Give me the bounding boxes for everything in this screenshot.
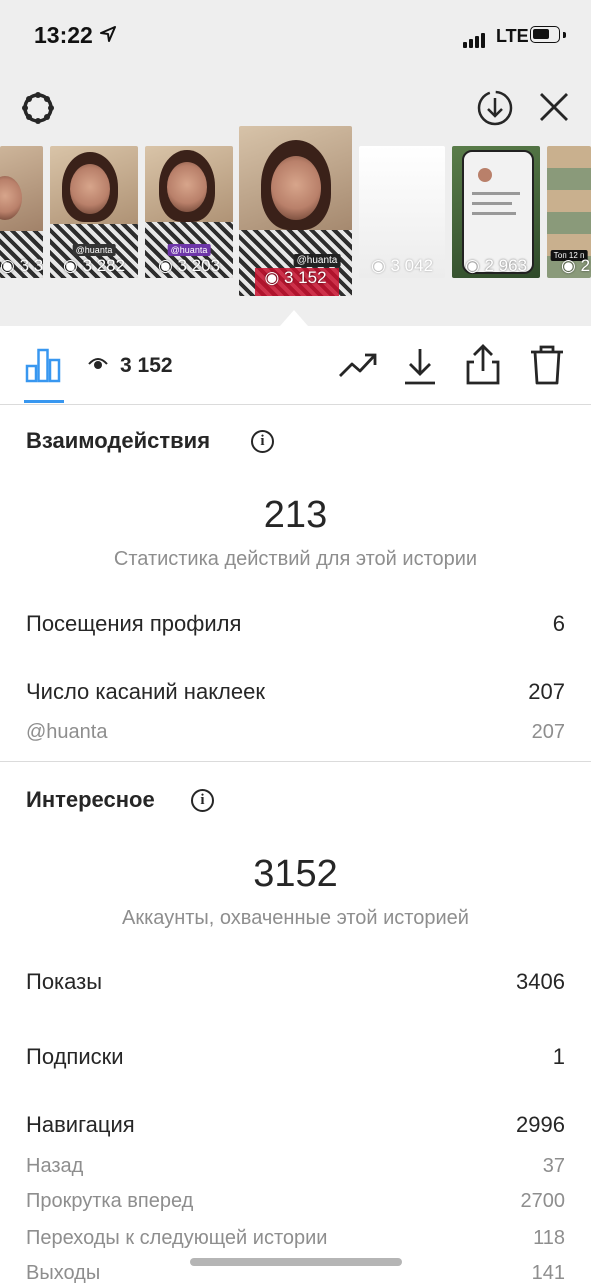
next-story-label: Переходы к следующей истории [26,1227,328,1249]
story-thumbnail[interactable]: ◉ 2 963 [452,146,540,278]
thumbnail-views: ◉ 3 042 [370,256,434,275]
home-indicator[interactable] [190,1258,402,1266]
navigation-label: Навигация [26,1112,135,1137]
download-circle-icon[interactable] [475,88,515,128]
impressions-value: 3406 [516,969,565,994]
sticker-taps-value: 207 [528,679,565,704]
thumbnail-views: ◉ 2 963 [464,256,528,275]
story-thumbnail[interactable]: Топ 12 п ◉ 2 9 [547,146,591,278]
trash-icon[interactable] [529,344,565,386]
section-divider [0,761,591,762]
interactions-caption: Статистика действий для этой истории [113,548,478,570]
back-label: Назад [26,1155,84,1177]
network-type: LTE [496,26,529,46]
signal-icon [463,30,487,48]
download-icon[interactable] [403,346,437,386]
thumbnail-views: ◉ 2 9 [561,256,591,275]
close-icon[interactable] [537,90,571,124]
mention-sticker-value: 207 [531,721,565,743]
views-count: 3 152 [120,354,173,377]
story-thumbnail-selected[interactable]: @huanta ◉ 3 152 [239,126,352,296]
story-thumbnail[interactable]: ◉ 3 042 [359,146,445,278]
eye-icon [88,358,108,369]
thumbnail-tag: @huanta [293,254,341,267]
gear-icon[interactable] [18,88,58,128]
sticker-taps-label: Число касаний наклеек [26,679,265,704]
next-story-value: 118 [533,1227,565,1249]
interactions-total: 213 [263,494,328,536]
discovery-title: Интересное [26,787,155,812]
insights-toolbar: 3 152 [0,326,591,405]
thumbnail-views: ◉ 3 312 [0,256,43,275]
story-thumbnail[interactable]: @huanta ◉ 3 203 [145,146,233,278]
active-tab-indicator [24,400,64,403]
discovery-total: 3152 [253,853,338,895]
discovery-caption: Аккаунты, охваченные этой историей [122,907,469,929]
thumbnail-views: ◉ 3 282 [62,256,126,275]
share-icon[interactable] [465,344,501,386]
status-bar: 13:22 LTE [0,0,591,72]
battery-icon [530,26,560,43]
back-value: 37 [542,1155,565,1177]
thumbnail-views: ◉ 3 203 [157,256,221,275]
profile-visits-label: Посещения профиля [26,611,242,636]
exits-label: Выходы [26,1262,101,1284]
bar-chart-icon[interactable] [24,346,62,384]
follows-value: 1 [552,1044,565,1069]
status-time: 13:22 [34,22,93,48]
impressions-label: Показы [26,969,103,994]
forward-value: 2700 [520,1190,566,1212]
interactions-title: Взаимодействия [26,428,211,453]
story-thumbnail[interactable]: @huanta ◉ 3 282 [50,146,138,278]
navigation-value: 2996 [516,1112,565,1137]
follows-label: Подписки [26,1044,124,1069]
forward-label: Прокрутка вперед [26,1190,194,1212]
exits-value: 141 [531,1262,565,1284]
info-icon[interactable]: i [191,789,214,812]
profile-visits-value: 6 [552,611,565,636]
story-thumbnail[interactable]: ◉ 3 312 [0,146,43,278]
story-thumbnails-strip[interactable]: ◉ 3 312 @huanta ◉ 3 282 @huanta ◉ 3 203 … [0,126,591,306]
mention-sticker-label[interactable]: @huanta [26,721,107,744]
thumbnail-tag: @huanta [167,244,211,256]
info-icon[interactable]: i [251,430,274,453]
selected-story-pointer [280,310,308,326]
trending-icon[interactable] [338,350,378,380]
thumbnail-views: ◉ 3 152 [264,268,327,287]
location-arrow-icon [100,26,116,42]
thumbnail-tag: @huanta [72,244,116,256]
